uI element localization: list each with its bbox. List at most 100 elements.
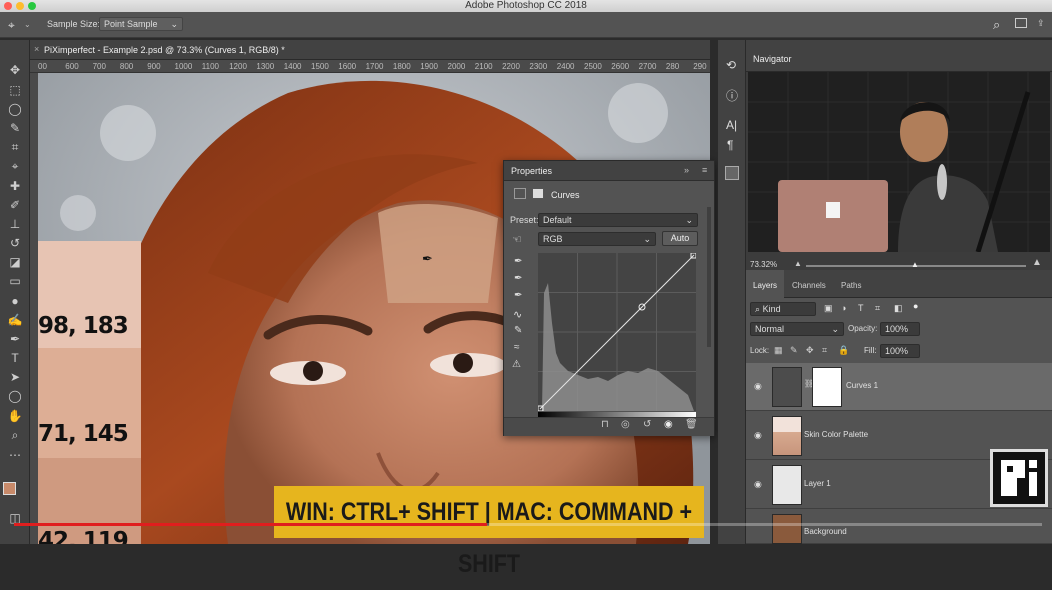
clipping-warning-icon[interactable]: ⚠: [512, 359, 521, 370]
info-icon[interactable]: ⓘ: [726, 87, 738, 104]
visibility-eye-icon[interactable]: ◉: [754, 381, 766, 391]
type-tool-icon[interactable]: T: [4, 350, 26, 366]
sample-size-select[interactable]: Point Sample ⌄: [99, 17, 183, 31]
close-window-button[interactable]: [4, 2, 12, 10]
curves-label: Curves: [551, 190, 580, 200]
lock-all-icon[interactable]: 🔒: [838, 345, 849, 356]
layer-thumbnail: [772, 514, 802, 544]
clip-to-layer-icon[interactable]: ⊓: [601, 419, 609, 430]
ruler-tick-label: 700: [92, 62, 106, 71]
clone-stamp-tool-icon[interactable]: ⊥: [4, 216, 26, 232]
history-brush-tool-icon[interactable]: ↺: [4, 235, 26, 251]
crop-tool-icon[interactable]: ⌗: [4, 139, 26, 155]
ruler-tick-label: 1200: [229, 62, 247, 71]
navigator-zoom[interactable]: 73.32%: [750, 260, 777, 269]
smooth-icon[interactable]: ≈: [514, 342, 520, 353]
shape-tool-icon[interactable]: ◯: [4, 388, 26, 404]
layer-mask-thumbnail[interactable]: [812, 367, 842, 407]
tab-paths[interactable]: Paths: [841, 281, 861, 290]
collapse-panel-icon[interactable]: »: [684, 165, 689, 175]
zoom-out-icon[interactable]: ▲: [794, 259, 802, 268]
opacity-input[interactable]: 100%: [880, 322, 920, 336]
visibility-eye-icon[interactable]: ◉: [754, 479, 766, 489]
filter-pixel-icon[interactable]: ▣: [824, 303, 833, 314]
gradient-tool-icon[interactable]: ▭: [4, 273, 26, 289]
filter-adjustment-icon[interactable]: ◑: [841, 303, 846, 313]
lock-position-icon[interactable]: ✥: [806, 345, 814, 356]
tab-channels[interactable]: Channels: [792, 281, 826, 290]
character-icon[interactable]: A|: [726, 118, 737, 132]
channel-value: RGB: [543, 234, 563, 244]
fill-input[interactable]: 100%: [880, 344, 920, 358]
properties-icon[interactable]: [725, 166, 739, 180]
brush-tool-icon[interactable]: ✐: [4, 197, 26, 213]
auto-button[interactable]: Auto: [662, 231, 698, 246]
mask-icon[interactable]: [532, 188, 544, 199]
layer-kind-filter[interactable]: ⌕ Kind: [750, 302, 816, 316]
lasso-tool-icon[interactable]: ◯: [4, 101, 26, 117]
eyedropper-tool-icon[interactable]: ⌖: [4, 158, 26, 174]
marquee-tool-icon[interactable]: ⬚: [4, 82, 26, 98]
filter-smart-object-icon[interactable]: ◧: [894, 303, 903, 314]
properties-scrollbar[interactable]: [707, 207, 711, 347]
tab-layers[interactable]: Layers: [753, 281, 777, 290]
filter-type-icon[interactable]: T: [858, 303, 864, 313]
app-title: Adobe Photoshop CC 2018: [465, 0, 587, 11]
eraser-tool-icon[interactable]: ◪: [4, 254, 26, 270]
curve-points-icon[interactable]: ∿: [513, 308, 522, 321]
lock-artboard-icon[interactable]: ⌗: [822, 345, 827, 356]
view-previous-icon[interactable]: ◎: [621, 419, 630, 430]
eyedropper-tool-icon[interactable]: ⌖: [8, 18, 15, 33]
minimize-window-button[interactable]: [16, 2, 24, 10]
zoom-in-icon[interactable]: ▲: [1032, 257, 1042, 268]
properties-title: Properties: [511, 166, 553, 176]
sample-size-value: Point Sample: [104, 19, 158, 29]
workspace-icon[interactable]: [1015, 18, 1027, 28]
lock-transparent-icon[interactable]: ▦: [774, 345, 783, 356]
visibility-eye-icon[interactable]: ◉: [754, 430, 766, 440]
healing-brush-tool-icon[interactable]: ✚: [4, 178, 26, 194]
search-icon[interactable]: ⌕: [993, 17, 1000, 33]
dodge-tool-icon[interactable]: ✍: [4, 312, 26, 328]
pencil-icon[interactable]: ✎: [514, 325, 522, 336]
swatch-value-2: 71, 145: [38, 421, 129, 447]
zoom-window-button[interactable]: [28, 2, 36, 10]
filter-shape-icon[interactable]: ⌗: [875, 303, 880, 314]
move-tool-icon[interactable]: ✥: [4, 62, 26, 78]
delete-icon[interactable]: 🗑: [685, 419, 698, 430]
zoom-slider-handle[interactable]: ▲: [911, 260, 919, 269]
panel-menu-icon[interactable]: ≡: [702, 165, 707, 175]
gray-point-eyedropper-icon[interactable]: ✒: [514, 273, 522, 284]
filter-toggle-icon[interactable]: ●: [913, 301, 918, 311]
target-adjust-icon[interactable]: ☜: [512, 233, 522, 246]
preset-select[interactable]: Default ⌄: [538, 213, 698, 227]
zoom-tool-icon[interactable]: ⌕: [4, 427, 26, 443]
black-point-eyedropper-icon[interactable]: ✒: [514, 256, 522, 267]
document-tab-title[interactable]: PiXimperfect - Example 2.psd @ 73.3% (Cu…: [44, 45, 285, 55]
history-icon[interactable]: ⟲: [726, 58, 736, 72]
ruler-tick-label: 2000: [447, 62, 466, 71]
foreground-color-swatch[interactable]: [3, 482, 16, 495]
paragraph-icon[interactable]: ¶: [727, 138, 733, 152]
vertical-ruler: [30, 73, 38, 544]
close-tab-icon[interactable]: ×: [34, 44, 39, 54]
navigator-preview[interactable]: [748, 72, 1050, 252]
visibility-eye-icon[interactable]: ◉: [664, 419, 673, 430]
reset-icon[interactable]: ↺: [643, 419, 651, 430]
channel-select[interactable]: RGB ⌄: [538, 232, 656, 246]
lock-pixels-icon[interactable]: ✎: [790, 345, 798, 356]
path-select-tool-icon[interactable]: ➤: [4, 369, 26, 385]
tool-preset-chevron-icon[interactable]: ⌄: [24, 20, 31, 29]
ruler-tick-label: 2100: [474, 62, 493, 71]
blend-mode-select[interactable]: Normal ⌄: [750, 322, 844, 336]
curves-graph[interactable]: [538, 253, 696, 411]
quick-select-tool-icon[interactable]: ✎: [4, 120, 26, 136]
more-tools-icon[interactable]: ⋯: [4, 447, 26, 463]
layer-row-curves[interactable]: ◉ ⛓ Curves 1: [746, 363, 1052, 411]
pen-tool-icon[interactable]: ✒: [4, 331, 26, 347]
share-icon[interactable]: ⇪: [1037, 18, 1045, 29]
hand-tool-icon[interactable]: ✋: [4, 408, 26, 424]
blur-tool-icon[interactable]: ●: [4, 293, 26, 309]
layer-row-background[interactable]: Background: [746, 510, 1052, 544]
white-point-eyedropper-icon[interactable]: ✒: [514, 290, 522, 301]
